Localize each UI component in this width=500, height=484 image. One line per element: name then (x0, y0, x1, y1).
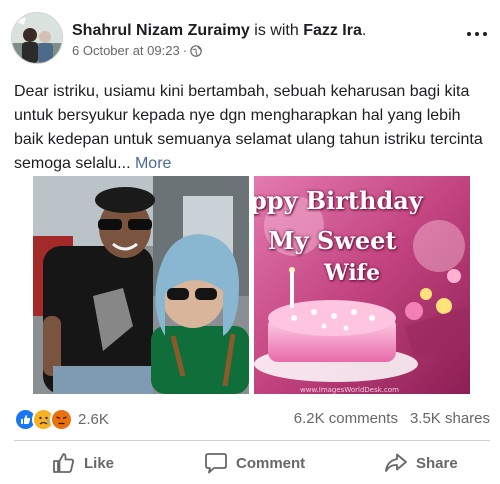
comments-count[interactable]: 6.2K comments (294, 410, 398, 427)
comment-label: Comment (236, 454, 306, 472)
post-meta: 6 October at 09:23 · (72, 43, 202, 58)
share-label: Share (416, 454, 458, 472)
like-label: Like (84, 454, 115, 472)
dot-icon (475, 32, 479, 36)
reactions-summary[interactable]: 2.6K (14, 408, 109, 431)
tagged-suffix: . (361, 22, 367, 39)
card-line-happy-birthday: ppy Birthday (254, 186, 423, 215)
author-name[interactable]: Shahrul Nizam Zuraimy (72, 22, 250, 39)
post-author-line: Shahrul Nizam Zuraimy is with Fazz Ira. (72, 22, 366, 40)
feed-post: Shahrul Nizam Zuraimy is with Fazz Ira. … (0, 0, 500, 484)
dot-icon (467, 32, 471, 36)
share-button[interactable]: Share (384, 452, 458, 474)
like-button[interactable]: Like (52, 452, 114, 474)
globe-icon (190, 44, 202, 57)
post-text: Dear istriku, usiamu kini bertambah, seb… (14, 83, 483, 172)
post-photo-birthday-card[interactable]: ppy Birthday My Sweet Wife (254, 176, 470, 394)
thumbs-up-icon (52, 452, 76, 474)
author-avatar[interactable] (11, 12, 63, 64)
post-body: Dear istriku, usiamu kini bertambah, seb… (14, 80, 488, 176)
comment-button[interactable]: Comment (204, 452, 305, 474)
dot-icon (483, 32, 487, 36)
post-timestamp[interactable]: 6 October at 09:23 (72, 43, 180, 58)
post-engagement-stats: 6.2K comments 3.5K shares (294, 410, 490, 427)
tagged-friend[interactable]: Fazz Ira (303, 22, 362, 39)
comment-bubble-icon (204, 452, 228, 474)
angry-icon (50, 408, 73, 431)
card-line-wife: Wife (324, 260, 381, 286)
reactions-count: 2.6K (78, 411, 109, 428)
post-photo-selfie[interactable] (33, 176, 249, 394)
see-more-link[interactable]: More (135, 155, 171, 172)
more-options-button[interactable] (464, 26, 490, 42)
image-watermark: www.ImagesWorldDesk.com (300, 386, 399, 394)
share-arrow-icon (384, 452, 408, 474)
card-line-my-sweet: My Sweet (268, 226, 397, 255)
meta-separator: · (182, 43, 188, 58)
with-text: is with (254, 22, 299, 39)
shares-count[interactable]: 3.5K shares (410, 410, 490, 427)
actions-divider (14, 440, 490, 441)
